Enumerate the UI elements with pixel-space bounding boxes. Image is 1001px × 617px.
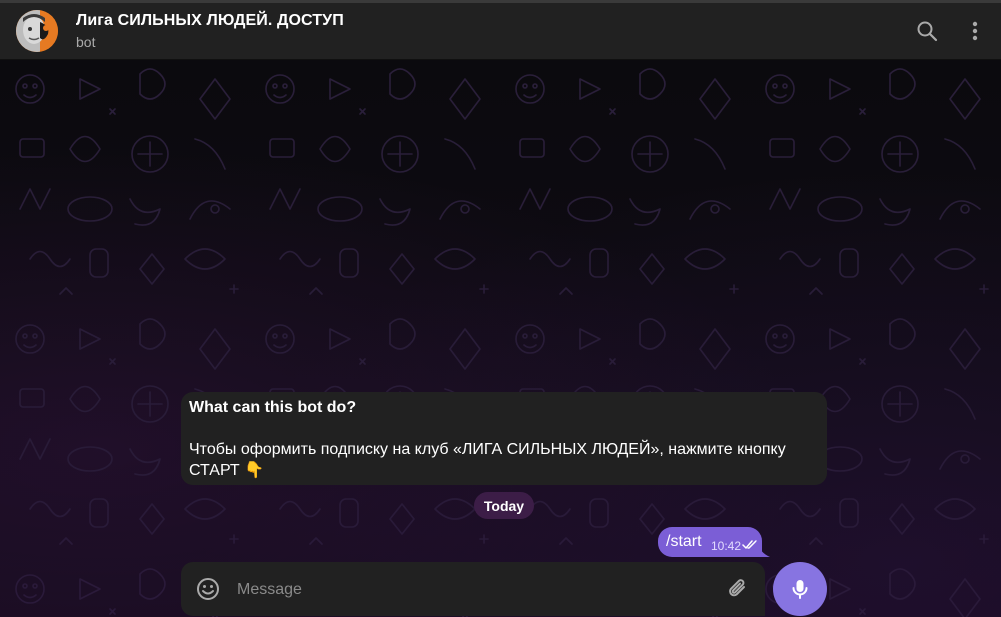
- outgoing-message[interactable]: /start 10:42: [658, 527, 762, 557]
- bubble-tail: [756, 541, 770, 557]
- chat-background: [0, 59, 1001, 617]
- more-menu-button[interactable]: [955, 11, 995, 51]
- bot-info-text: Чтобы оформить подписку на клуб «ЛИГА СИ…: [189, 441, 786, 479]
- paperclip-icon: [729, 579, 745, 597]
- search-icon: [917, 21, 938, 42]
- avatar-icon: [16, 10, 58, 52]
- bot-info-message: What can this bot do? Чтобы оформить под…: [181, 392, 827, 485]
- chat-title: Лига СИЛЬНЫХ ЛЮДЕЙ. ДОСТУП: [76, 12, 344, 29]
- message-time: 10:42: [711, 539, 742, 553]
- search-button[interactable]: [907, 11, 947, 51]
- avatar[interactable]: [16, 10, 58, 52]
- date-separator: Today: [474, 492, 534, 519]
- bot-info-title: What can this bot do?: [189, 399, 357, 416]
- smile-icon: [197, 578, 219, 600]
- more-vertical-icon: [972, 21, 978, 41]
- attach-button[interactable]: [725, 576, 751, 602]
- message-text: /start: [666, 533, 702, 550]
- chat-subtitle: bot: [76, 34, 96, 50]
- emoji-button[interactable]: [195, 576, 221, 602]
- microphone-icon: [792, 580, 808, 599]
- telegram-chat-window: Лига СИЛЬНЫХ ЛЮДЕЙ. ДОСТУП bot What can …: [0, 0, 1001, 617]
- message-input[interactable]: [235, 576, 709, 604]
- voice-record-button[interactable]: [773, 562, 827, 616]
- doodle-pattern: [0, 59, 1001, 617]
- message-composer: [181, 562, 765, 616]
- chat-header[interactable]: Лига СИЛЬНЫХ ЛЮДЕЙ. ДОСТУП bot: [0, 3, 1001, 60]
